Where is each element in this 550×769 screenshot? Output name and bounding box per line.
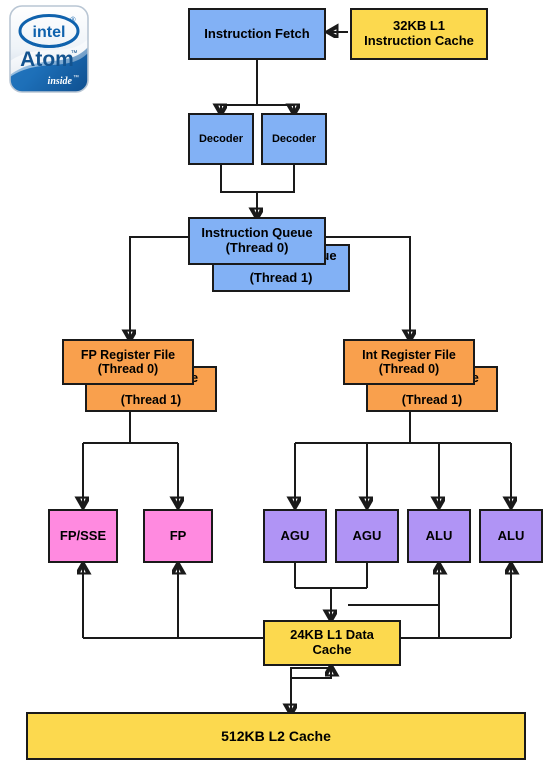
- block-instruction-queue-thread0-label: (Thread 0): [225, 240, 289, 255]
- block-fp-register-file-thread0-label: (Thread 0): [97, 362, 159, 376]
- logo-product-text: Atom: [20, 48, 74, 71]
- block-decoder-1[interactable]: Decoder: [188, 113, 254, 165]
- logo-tagline-trademark: ™: [73, 74, 79, 81]
- block-instruction-queue-name: Instruction Queue: [201, 225, 313, 241]
- block-agu-2-label: AGU: [352, 527, 382, 543]
- block-int-register-file-thread0[interactable]: Int Register File (Thread 0): [343, 339, 475, 385]
- block-int-register-file-name: Int Register File: [362, 347, 456, 362]
- wire-decoders-to-queue: [220, 165, 257, 216]
- block-instruction-fetch[interactable]: Instruction Fetch: [188, 8, 326, 60]
- block-instruction-queue-thread0[interactable]: Instruction Queue (Thread 0): [188, 217, 326, 265]
- block-decoder-1-label: Decoder: [198, 132, 244, 145]
- block-decoder-2-label: Decoder: [271, 132, 317, 145]
- block-instruction-fetch-label: Instruction Fetch: [204, 25, 310, 41]
- block-fp-label: FP: [169, 527, 187, 543]
- block-fp-sse[interactable]: FP/SSE: [48, 509, 118, 563]
- block-agu-1[interactable]: AGU: [263, 509, 327, 563]
- block-l1-data-cache[interactable]: 24KB L1 Data Cache: [263, 620, 401, 666]
- block-l2-cache[interactable]: 512KB L2 Cache: [26, 712, 526, 760]
- block-l2-cache-label: 512KB L2 Cache: [221, 727, 331, 744]
- logo-product-trademark: ™: [71, 50, 78, 57]
- block-alu-2[interactable]: ALU: [479, 509, 543, 563]
- block-l1-instruction-cache-line1: 32KB L1: [392, 18, 446, 34]
- logo-tagline-text: inside: [48, 76, 73, 87]
- block-decoder-2[interactable]: Decoder: [261, 113, 327, 165]
- wire-fetch-to-decoder1: [221, 60, 258, 112]
- block-l1-data-cache-line1: 24KB L1 Data: [290, 627, 374, 643]
- wire-l2-to-l1d: [290, 668, 331, 712]
- wire-decoder2-merge: [257, 165, 295, 193]
- block-alu-1[interactable]: ALU: [407, 509, 471, 563]
- block-int-register-file-thread0-label: (Thread 0): [378, 362, 440, 376]
- block-diagram-canvas: intel ® Atom ™ inside ™ Instruction Fetc…: [0, 0, 550, 769]
- wire-fetch-to-decoder2: [256, 60, 294, 112]
- logo-brand-text: intel: [33, 24, 66, 41]
- block-fp-register-file-thread0[interactable]: FP Register File (Thread 0): [62, 339, 194, 385]
- block-fp-register-file-name: FP Register File: [80, 347, 176, 362]
- intel-atom-logo: intel ® Atom ™ inside ™: [9, 5, 89, 93]
- block-agu-1-label: AGU: [280, 527, 310, 543]
- block-int-register-file-thread1-label: (Thread 1): [401, 392, 463, 407]
- logo-registered-mark: ®: [70, 16, 76, 24]
- block-alu-1-label: ALU: [425, 527, 453, 543]
- block-agu-2[interactable]: AGU: [335, 509, 399, 563]
- block-instruction-queue-thread1-label: (Thread 1): [249, 270, 313, 286]
- block-l1-instruction-cache[interactable]: 32KB L1 Instruction Cache: [350, 8, 488, 60]
- wire-queue-to-fp-regfile: [130, 236, 190, 338]
- block-fp[interactable]: FP: [143, 509, 213, 563]
- block-l1-data-cache-line2: Cache: [312, 642, 352, 657]
- block-l1-instruction-cache-line2: Instruction Cache: [364, 33, 474, 48]
- block-alu-2-label: ALU: [497, 527, 525, 543]
- wire-l1d-to-l2: [291, 667, 331, 712]
- block-fp-sse-label: FP/SSE: [59, 527, 107, 543]
- block-fp-register-file-thread1-label: (Thread 1): [120, 392, 182, 407]
